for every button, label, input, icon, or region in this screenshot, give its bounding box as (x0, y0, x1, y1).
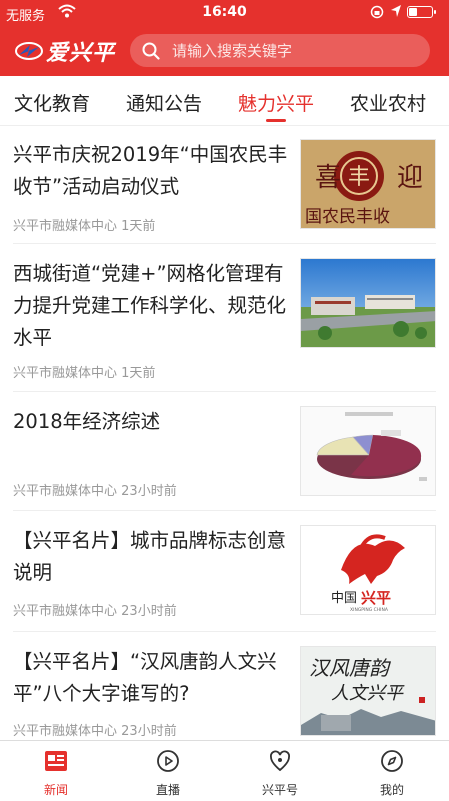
nav-label: 我的 (379, 783, 404, 797)
article-list: 兴平市庆祝2019年“中国农民丰收节”活动启动仪式 兴平市融媒体中心 1天前 丰… (0, 125, 449, 740)
rotation-lock-icon (370, 5, 384, 19)
app-header: 爱兴平 (0, 26, 449, 76)
article-source: 兴平市融媒体中心 (13, 724, 118, 739)
list-item[interactable]: 2018年经济综述 兴平市融媒体中心 23小时前 (0, 392, 449, 510)
article-title: 【兴平名片】“汉风唐韵人文兴平”八个大字谁写的? (13, 650, 277, 705)
thumb-char-xi: 喜 (315, 163, 341, 193)
article-thumbnail: 汉风唐韵 人文兴平 (300, 646, 436, 736)
category-tabs: 文化教育 通知公告 魅力兴平 农业农村 (0, 76, 449, 126)
article-meta: 兴平市融媒体中心 23小时前 (13, 720, 177, 739)
list-item[interactable]: 【兴平名片】“汉风唐韵人文兴平”八个大字谁写的? 兴平市融媒体中心 23小时前 … (0, 632, 449, 740)
article-thumbnail (300, 258, 436, 348)
article-title: 西城街道“党建+”网格化管理有力提升党建工作科学化、规范化水平 (13, 262, 287, 349)
thumb-calligraphy-2: 人文兴平 (331, 683, 405, 704)
news-icon (45, 751, 67, 771)
tab-charm-xingping[interactable]: 魅力兴平 (238, 89, 314, 116)
thumb-char-ying: 迎 (397, 163, 423, 193)
thumb-caption: 国农民丰收 (305, 207, 390, 227)
search-input[interactable] (170, 40, 414, 61)
article-source: 兴平市融媒体中心 (13, 604, 118, 619)
nav-label: 直播 (155, 783, 180, 797)
thumb-brand-cn: 中国 (331, 591, 357, 606)
play-icon (157, 750, 179, 772)
location-arrow-icon (391, 5, 401, 17)
article-time: 1天前 (121, 219, 156, 234)
tab-agriculture[interactable]: 农业农村 (350, 89, 426, 116)
article-meta: 兴平市融媒体中心 1天前 (13, 362, 155, 381)
article-time: 23小时前 (121, 604, 177, 619)
nav-label: 兴平号 (261, 783, 298, 797)
article-meta: 兴平市融媒体中心 23小时前 (13, 480, 177, 499)
tab-notices[interactable]: 通知公告 (126, 89, 202, 116)
article-time: 23小时前 (121, 724, 177, 739)
compass-icon (381, 750, 403, 772)
heart-person-icon (270, 750, 290, 772)
thumb-brand-name: 兴平 (361, 589, 391, 607)
logo-mark-icon (15, 42, 43, 60)
article-meta: 兴平市融媒体中心 1天前 (13, 215, 155, 234)
article-thumbnail: 丰 喜 迎 国农民丰收 (300, 139, 436, 229)
article-title: 2018年经济综述 (13, 410, 161, 433)
article-source: 兴平市融媒体中心 (13, 484, 118, 499)
article-thumbnail: 中国 兴平 XINGPING CHINA (300, 525, 436, 615)
article-title: 兴平市庆祝2019年“中国农民丰收节”活动启动仪式 (13, 143, 288, 198)
logo-text: 爱兴平 (46, 40, 116, 66)
status-bar: 无服务 16:40 (0, 0, 449, 26)
search-bar[interactable] (130, 34, 430, 67)
battery-icon (407, 6, 436, 18)
list-item[interactable]: 【兴平名片】城市品牌标志创意说明 兴平市融媒体中心 23小时前 中国 兴平 XI… (0, 511, 449, 631)
thumb-calligraphy-1: 汉风唐韵 (309, 656, 392, 680)
active-tab-indicator (266, 119, 286, 122)
article-time: 1天前 (121, 366, 156, 381)
app-logo: 爱兴平 (14, 36, 115, 66)
article-source: 兴平市融媒体中心 (13, 366, 118, 381)
list-item[interactable]: 兴平市庆祝2019年“中国农民丰收节”活动启动仪式 兴平市融媒体中心 1天前 丰… (0, 125, 449, 243)
thumb-char-feng: 丰 (348, 165, 370, 190)
article-meta: 兴平市融媒体中心 23小时前 (13, 600, 177, 619)
thumb-brand-en: XINGPING CHINA (350, 607, 389, 613)
article-thumbnail (300, 406, 436, 496)
article-title: 【兴平名片】城市品牌标志创意说明 (13, 529, 287, 584)
nav-label: 新闻 (43, 783, 68, 797)
search-icon (142, 42, 160, 60)
nav-live[interactable]: 直播 (112, 741, 224, 801)
nav-mine[interactable]: 我的 (336, 741, 448, 801)
list-item[interactable]: 西城街道“党建+”网格化管理有力提升党建工作科学化、规范化水平 兴平市融媒体中心… (0, 244, 449, 391)
nav-news[interactable]: 新闻 (0, 741, 112, 801)
bottom-nav: 新闻 直播 兴平号 我的 (0, 740, 449, 801)
tab-culture-education[interactable]: 文化教育 (14, 89, 90, 116)
nav-xingping-account[interactable]: 兴平号 (224, 741, 336, 801)
article-time: 23小时前 (121, 484, 177, 499)
article-source: 兴平市融媒体中心 (13, 219, 118, 234)
